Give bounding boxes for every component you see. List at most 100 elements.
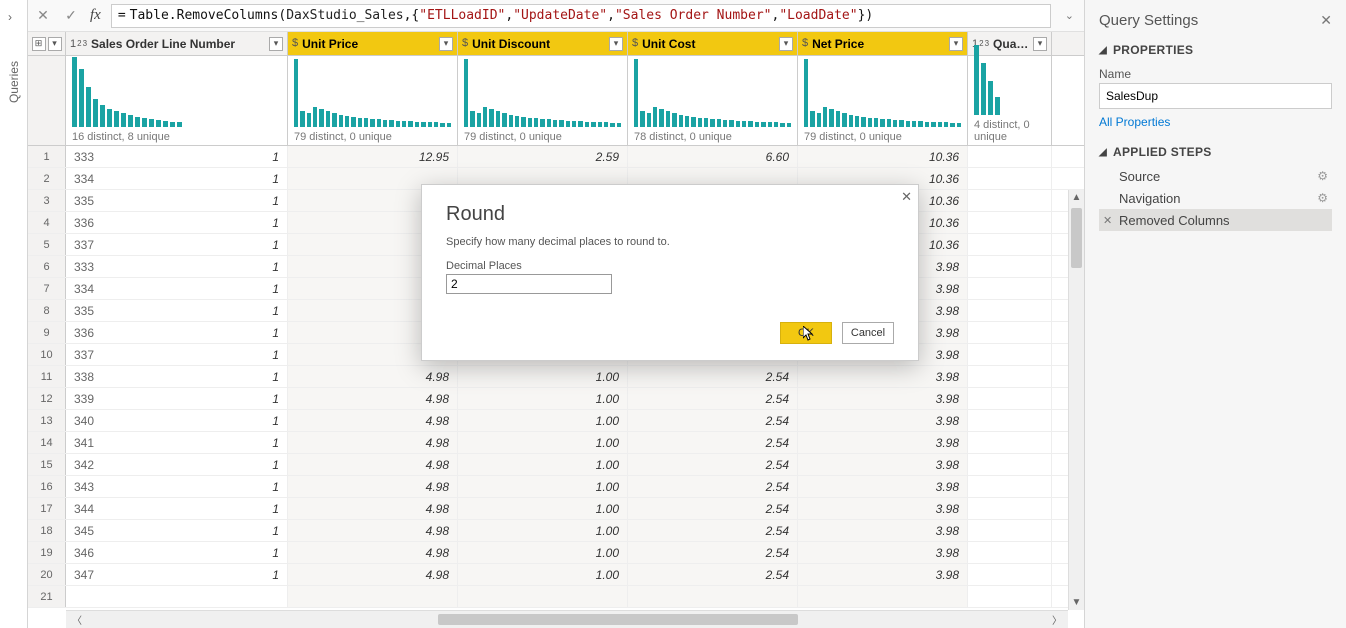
table-menu-icon[interactable]: ▾ (48, 37, 62, 51)
column-header-4[interactable]: $Net Price▾ (798, 32, 968, 55)
cell[interactable]: 3421 (66, 454, 288, 475)
table-row[interactable]: 1734414.981.002.543.98 (28, 498, 1084, 520)
table-row[interactable]: 2034714.981.002.543.98 (28, 564, 1084, 586)
cell[interactable] (798, 586, 968, 607)
cell[interactable] (968, 498, 1052, 519)
row-number[interactable]: 20 (28, 564, 66, 585)
cell[interactable]: 1.00 (458, 388, 628, 409)
applied-step-2[interactable]: ✕Removed Columns (1099, 209, 1332, 231)
cell[interactable] (458, 586, 628, 607)
row-number[interactable]: 11 (28, 366, 66, 387)
cell[interactable]: 1.00 (458, 476, 628, 497)
applied-steps-header[interactable]: ◢ APPLIED STEPS (1099, 145, 1332, 159)
cell[interactable]: 3.98 (798, 410, 968, 431)
horizontal-scrollbar[interactable]: 〈 〉 (66, 610, 1068, 628)
formula-expand-icon[interactable]: ⌄ (1061, 9, 1078, 22)
row-number[interactable]: 16 (28, 476, 66, 497)
cell[interactable]: 3331 (66, 146, 288, 167)
cell[interactable] (968, 212, 1052, 233)
queries-pane-collapsed[interactable]: › Queries (0, 0, 28, 628)
cell[interactable]: 3361 (66, 212, 288, 233)
cell[interactable]: 4.98 (288, 388, 458, 409)
cell[interactable]: 3351 (66, 190, 288, 211)
row-number[interactable]: 17 (28, 498, 66, 519)
gear-icon[interactable]: ⚙ (1317, 169, 1328, 183)
column-filter-icon[interactable]: ▾ (949, 37, 963, 51)
column-filter-icon[interactable]: ▾ (269, 37, 283, 51)
cell[interactable] (968, 190, 1052, 211)
row-number[interactable]: 12 (28, 388, 66, 409)
cell[interactable]: 3381 (66, 366, 288, 387)
cell[interactable]: 2.54 (628, 410, 798, 431)
column-filter-icon[interactable]: ▾ (779, 37, 793, 51)
cell[interactable] (968, 454, 1052, 475)
cell[interactable]: 3371 (66, 234, 288, 255)
cell[interactable] (968, 146, 1052, 167)
cell[interactable]: 2.54 (628, 454, 798, 475)
cell[interactable]: 1.00 (458, 498, 628, 519)
applied-step-0[interactable]: Source⚙ (1099, 165, 1332, 187)
cell[interactable]: 3331 (66, 256, 288, 277)
cell[interactable]: 1.00 (458, 564, 628, 585)
scroll-left-icon[interactable]: 〈 (66, 612, 88, 627)
cell[interactable]: 3.98 (798, 498, 968, 519)
cell[interactable]: 3401 (66, 410, 288, 431)
cell[interactable]: 3471 (66, 564, 288, 585)
cell[interactable] (968, 322, 1052, 343)
cell[interactable]: 2.54 (628, 432, 798, 453)
table-row[interactable]: 1133814.981.002.543.98 (28, 366, 1084, 388)
cell[interactable]: 4.98 (288, 520, 458, 541)
cell[interactable]: 3461 (66, 542, 288, 563)
properties-header[interactable]: ◢ PROPERTIES (1099, 43, 1332, 57)
row-number[interactable]: 8 (28, 300, 66, 321)
cell[interactable]: 4.98 (288, 564, 458, 585)
cell[interactable]: 3351 (66, 300, 288, 321)
column-profile-0[interactable]: 16 distinct, 8 unique (66, 56, 288, 145)
cell[interactable]: 4.98 (288, 542, 458, 563)
table-row[interactable]: 1534214.981.002.543.98 (28, 454, 1084, 476)
column-filter-icon[interactable]: ▾ (609, 37, 623, 51)
row-number[interactable]: 18 (28, 520, 66, 541)
cell[interactable]: 12.95 (288, 146, 458, 167)
cell[interactable]: 2.54 (628, 520, 798, 541)
row-number[interactable]: 5 (28, 234, 66, 255)
cell[interactable] (968, 564, 1052, 585)
table-row[interactable]: 21 (28, 586, 1084, 608)
cell[interactable]: 2.54 (628, 388, 798, 409)
table-row[interactable]: 1634314.981.002.543.98 (28, 476, 1084, 498)
cell[interactable]: 3341 (66, 278, 288, 299)
table-row[interactable]: 1934614.981.002.543.98 (28, 542, 1084, 564)
row-number[interactable]: 4 (28, 212, 66, 233)
cell[interactable]: 1.00 (458, 520, 628, 541)
cell[interactable]: 2.59 (458, 146, 628, 167)
applied-step-1[interactable]: Navigation⚙ (1099, 187, 1332, 209)
all-properties-link[interactable]: All Properties (1099, 115, 1332, 129)
cell[interactable]: 3451 (66, 520, 288, 541)
decimal-places-input[interactable] (446, 274, 612, 294)
row-number[interactable]: 9 (28, 322, 66, 343)
cell[interactable]: 3.98 (798, 388, 968, 409)
row-number[interactable]: 14 (28, 432, 66, 453)
cell[interactable] (968, 366, 1052, 387)
table-corner[interactable]: ⊞▾ (28, 32, 66, 55)
cell[interactable] (968, 520, 1052, 541)
cell[interactable]: 4.98 (288, 476, 458, 497)
column-profile-2[interactable]: 79 distinct, 0 unique (458, 56, 628, 145)
cell[interactable] (968, 344, 1052, 365)
cell[interactable]: 4.98 (288, 410, 458, 431)
cell[interactable] (968, 388, 1052, 409)
scroll-right-icon[interactable]: 〉 (1046, 612, 1068, 627)
table-row[interactable]: 1434114.981.002.543.98 (28, 432, 1084, 454)
cell[interactable] (968, 168, 1052, 189)
formula-input[interactable]: = Table.RemoveColumns(DaxStudio_Sales,{"… (111, 4, 1051, 28)
delete-step-icon[interactable]: ✕ (1103, 214, 1112, 227)
cell[interactable]: 2.54 (628, 498, 798, 519)
row-number[interactable]: 13 (28, 410, 66, 431)
gear-icon[interactable]: ⚙ (1317, 191, 1328, 205)
cell[interactable] (968, 410, 1052, 431)
column-profile-1[interactable]: 79 distinct, 0 unique (288, 56, 458, 145)
cell[interactable]: 1.00 (458, 366, 628, 387)
cell[interactable]: 2.54 (628, 564, 798, 585)
cell[interactable]: 4.98 (288, 366, 458, 387)
column-profile-3[interactable]: 78 distinct, 0 unique (628, 56, 798, 145)
